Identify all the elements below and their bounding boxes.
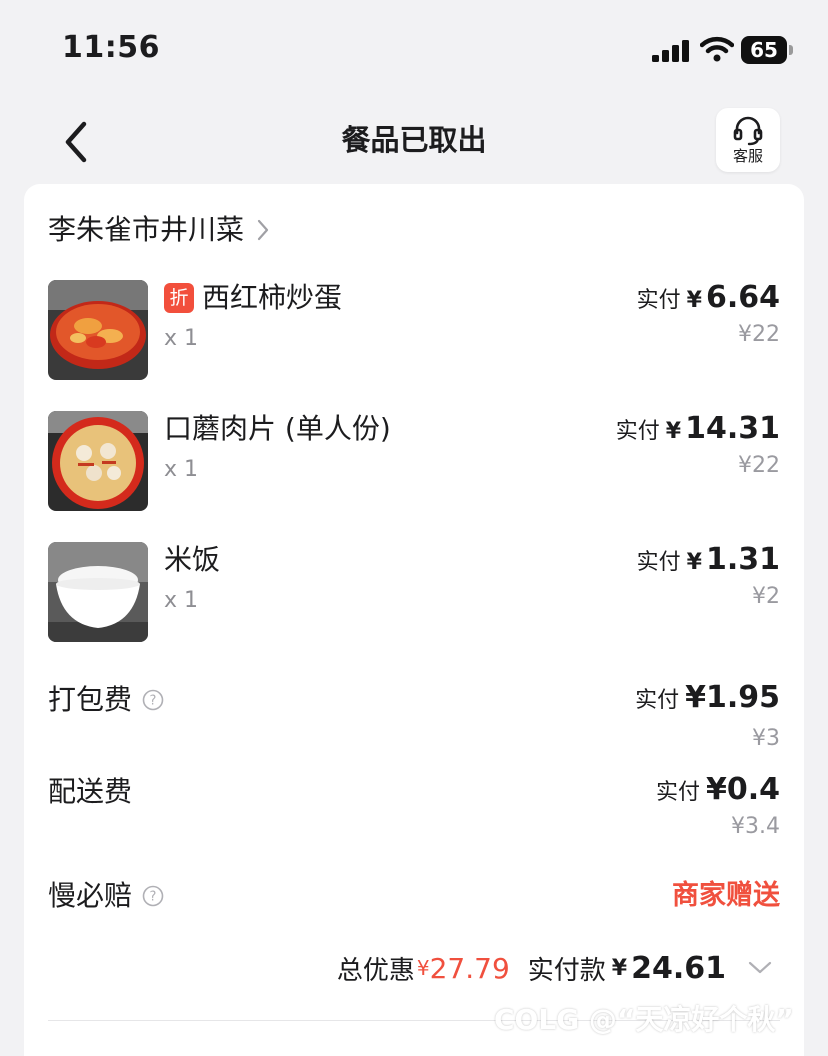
packing-fee-row: 打包费 ? 实付 ¥1.95 ¥3 xyxy=(48,680,780,760)
order-item[interactable]: 折 西红柿炒蛋 x 1 实付 ¥ 6.64 ¥22 xyxy=(48,280,780,384)
help-icon[interactable]: ? xyxy=(142,689,164,711)
cellular-signal-icon xyxy=(652,40,689,62)
paid-label: 实付 xyxy=(636,288,681,313)
delivery-fee-row: 配送费 实付 ¥0.4 ¥3.4 xyxy=(48,772,780,846)
wifi-icon xyxy=(700,36,734,62)
paid-amount: 6.64 xyxy=(705,280,780,315)
service-label: 客服 xyxy=(732,147,763,165)
paid-currency: ¥ xyxy=(686,288,702,313)
battery-icon: 65 xyxy=(741,36,787,64)
item-name: 米饭 xyxy=(164,543,221,576)
help-icon[interactable]: ? xyxy=(142,885,164,907)
battery-tip xyxy=(789,45,793,55)
original-price: ¥22 xyxy=(738,322,780,347)
paid-label: 实付 xyxy=(615,419,660,444)
item-paid: 实付 ¥ 1.31 xyxy=(637,542,780,578)
packing-fee-original: ¥3 xyxy=(752,726,780,751)
paid-label: 实付 xyxy=(655,780,700,805)
shop-name: 李朱雀市井川菜 xyxy=(48,213,245,246)
headset-icon xyxy=(733,116,763,146)
original-price: ¥22 xyxy=(738,453,780,478)
item-quantity: x 1 xyxy=(164,326,199,351)
food-image xyxy=(48,542,148,642)
watermark: COLG @“天凉好个秋” xyxy=(494,1003,794,1036)
item-quantity: x 1 xyxy=(164,457,199,482)
item-paid: 实付 ¥ 14.31 xyxy=(616,411,780,447)
total-discount-currency: ¥ xyxy=(416,956,430,980)
status-time: 11:56 xyxy=(62,30,160,65)
order-item[interactable]: 口蘑肉片 (单人份) x 1 实付 ¥ 14.31 ¥22 xyxy=(48,411,780,515)
food-image xyxy=(48,411,148,511)
item-name: 西红柿炒蛋 xyxy=(202,281,343,314)
order-summary: 总优惠 ¥ 27.79 实付款 ¥ 24.61 xyxy=(337,946,772,990)
paid-label: 实付 xyxy=(636,550,681,575)
discount-badge: 折 xyxy=(164,283,194,313)
late-compensation-label: 慢必赔 xyxy=(48,879,133,912)
total-paid-value: 24.61 xyxy=(631,950,726,986)
paid-label: 实付 xyxy=(635,688,680,713)
delivery-fee-label: 配送费 xyxy=(48,775,133,808)
delivery-fee-paid: ¥0.4 xyxy=(705,772,780,807)
total-discount-label: 总优惠 xyxy=(336,955,415,986)
customer-service-button[interactable]: 客服 xyxy=(716,108,780,172)
item-quantity: x 1 xyxy=(164,588,199,613)
paid-currency: ¥ xyxy=(665,419,682,444)
paid-amount: 14.31 xyxy=(685,411,780,446)
packing-fee-paid: ¥1.95 xyxy=(685,680,780,715)
total-paid-currency: ¥ xyxy=(611,955,628,981)
shop-link[interactable]: 李朱雀市井川菜 xyxy=(48,208,270,252)
total-paid-label: 实付款 xyxy=(527,955,606,986)
svg-text:?: ? xyxy=(150,890,157,905)
paid-currency: ¥ xyxy=(686,550,702,575)
food-image xyxy=(48,280,148,380)
delivery-fee-original: ¥3.4 xyxy=(731,814,780,839)
late-compensation-row: 慢必赔 ? 商家赠送 xyxy=(48,876,780,916)
chevron-right-icon xyxy=(257,219,269,241)
total-discount-value: 27.79 xyxy=(429,951,510,985)
item-paid: 实付 ¥ 6.64 xyxy=(637,280,780,316)
status-bar: 11:56 65 xyxy=(0,0,828,96)
packing-fee-label: 打包费 xyxy=(48,683,133,716)
paid-amount: 1.31 xyxy=(705,542,780,577)
original-price: ¥2 xyxy=(752,584,780,609)
svg-text:?: ? xyxy=(150,694,157,709)
merchant-gift-label: 商家赠送 xyxy=(672,880,780,911)
page-title: 餐品已取出 xyxy=(341,123,487,157)
chevron-down-icon[interactable] xyxy=(748,961,772,975)
item-name: 口蘑肉片 (单人份) xyxy=(164,412,391,445)
order-item[interactable]: 米饭 x 1 实付 ¥ 1.31 ¥2 xyxy=(48,542,780,646)
order-card: 李朱雀市井川菜 折 西红柿炒蛋 x 1 实付 ¥ 6.64 ¥22 口蘑肉片 (… xyxy=(24,184,804,1056)
